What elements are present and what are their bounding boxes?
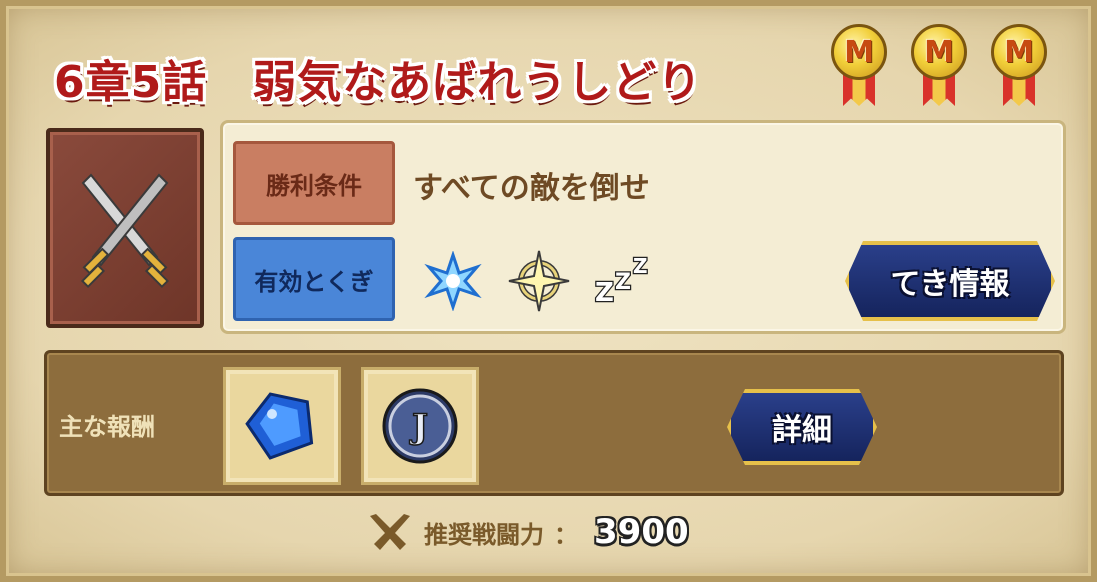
reward-item-gem[interactable] xyxy=(223,367,341,485)
recommended-power: 推奨戦闘力 ： 3900 xyxy=(366,512,689,552)
victory-condition-text: すべての敵を倒せ xyxy=(413,171,650,206)
effective-skills-tag: 有効とくぎ xyxy=(233,237,395,321)
medal-icon: M xyxy=(829,20,889,110)
stage-title: 6章5話 弱気なあばれうしどり xyxy=(54,57,703,108)
crossed-swords-icon xyxy=(46,128,204,328)
svg-text:Z: Z xyxy=(633,254,648,278)
medal-icon: M xyxy=(989,20,1049,110)
svg-text:J: J xyxy=(409,407,428,447)
blue-gem-icon xyxy=(245,392,314,460)
crossed-swords-small-icon xyxy=(370,514,410,550)
ice-snowflake-icon xyxy=(421,249,485,313)
svg-text:Z: Z xyxy=(595,278,614,308)
reward-item-coin[interactable]: J xyxy=(361,367,479,485)
sleep-zzz-icon: Z Z Z xyxy=(593,249,657,313)
medal-letter: M xyxy=(991,24,1047,80)
recommended-power-colon: ： xyxy=(554,520,578,549)
j-coin-icon: J xyxy=(382,388,458,464)
rewards-box: 主な報酬 J 詳細 xyxy=(44,350,1064,496)
effective-skill-icons: Z Z Z xyxy=(421,249,657,313)
medal-letter: M xyxy=(911,24,967,80)
medal-row: M M M xyxy=(829,20,1049,110)
recommended-power-label: 推奨戦闘力 xyxy=(424,520,544,549)
light-star-icon xyxy=(507,249,571,313)
conditions-box: 勝利条件 すべての敵を倒せ 有効とくぎ Z Z Z てき情報 xyxy=(220,120,1066,334)
recommended-power-value: 3900 xyxy=(594,512,689,552)
medal-icon: M xyxy=(909,20,969,110)
victory-condition-tag: 勝利条件 xyxy=(233,141,395,225)
rewards-label: 主な報酬 xyxy=(59,413,155,441)
svg-text:Z: Z xyxy=(615,270,631,295)
reward-detail-button[interactable]: 詳細 xyxy=(727,389,877,465)
medal-letter: M xyxy=(831,24,887,80)
enemy-info-button[interactable]: てき情報 xyxy=(845,241,1055,321)
quest-panel: 6章5話 弱気なあばれうしどり M M M 勝利条件 すべての敵を倒せ 有効とく… xyxy=(0,0,1097,582)
